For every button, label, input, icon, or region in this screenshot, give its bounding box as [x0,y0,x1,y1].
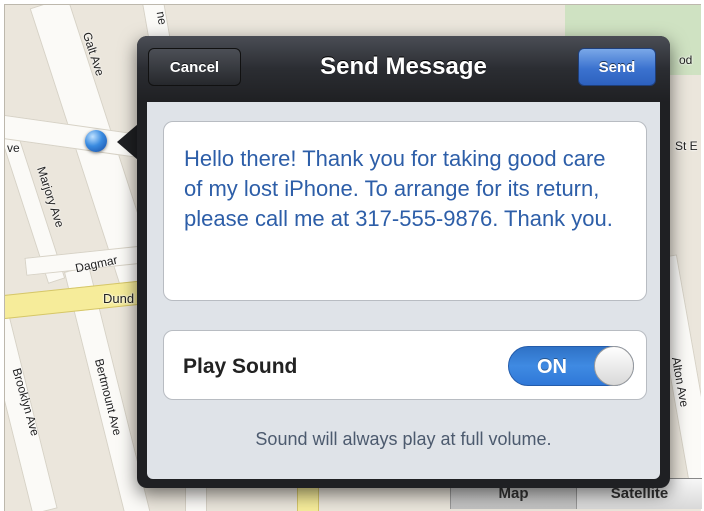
play-sound-row: Play Sound ON [163,330,647,400]
send-message-popover: Cancel Send Message Send Hello there! Th… [137,36,670,488]
toggle-knob[interactable] [594,346,634,386]
popover-arrow [117,124,138,160]
label-ne: ne [153,10,170,26]
current-location-pin[interactable] [85,130,107,152]
label-od: od [679,53,693,67]
label-dundas: Dund [103,291,135,306]
play-sound-label: Play Sound [183,355,298,378]
toggle-state-label: ON [537,356,567,378]
label-st-e: St E [675,139,698,153]
message-field[interactable]: Hello there! Thank you for taking good c… [163,121,647,301]
sound-volume-note: Sound will always play at full volume. [255,429,552,449]
send-button[interactable]: Send [578,48,656,86]
message-text: Hello there! Thank you for taking good c… [184,146,613,231]
label-ve: ve [7,141,20,155]
popover-content: Hello there! Thank you for taking good c… [147,102,660,479]
play-sound-toggle[interactable]: ON [508,346,634,386]
popover-header: Cancel Send Message Send [137,36,670,102]
